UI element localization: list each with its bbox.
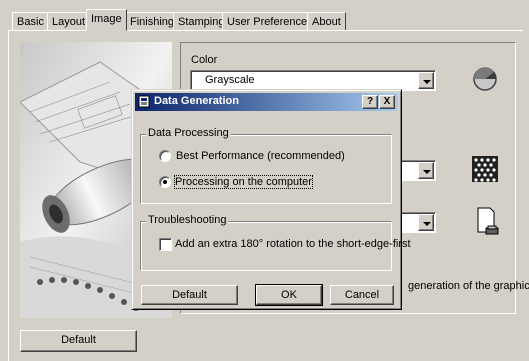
- dialog-title: Data Generation: [154, 95, 239, 107]
- chevron-down-icon[interactable]: [418, 72, 434, 89]
- radio-selected-dot: [163, 180, 167, 184]
- halftone-pattern-icon: [472, 156, 498, 182]
- extra-rotation-checkbox[interactable]: [159, 238, 172, 251]
- chevron-down-icon[interactable]: [418, 162, 434, 179]
- data-processing-label: Data Processing: [146, 127, 231, 139]
- data-generation-dialog: Data Generation ? X Data Processing Best…: [131, 89, 411, 310]
- extra-rotation-label[interactable]: Add an extra 180° rotation to the short-…: [175, 238, 411, 250]
- tab-user-preferences[interactable]: User Preferences: [222, 12, 318, 31]
- halftone-select[interactable]: [398, 160, 436, 181]
- chevron-down-icon[interactable]: [418, 214, 434, 231]
- dialog-app-icon: [138, 95, 150, 108]
- rotation-select[interactable]: [398, 212, 436, 233]
- help-button[interactable]: ?: [362, 95, 378, 109]
- tab-image[interactable]: Image: [86, 9, 127, 31]
- tab-finishing[interactable]: Finishing: [125, 12, 180, 31]
- description-text: generation of the graphical: [408, 280, 529, 292]
- dialog-titlebar[interactable]: Data Generation ? X: [135, 93, 398, 111]
- processing-on-computer-label[interactable]: Processing on the computer: [174, 175, 313, 189]
- processing-on-computer-radio[interactable]: [159, 176, 171, 188]
- best-performance-label[interactable]: Best Performance (recommended): [176, 150, 345, 162]
- troubleshooting-label: Troubleshooting: [146, 214, 229, 226]
- tab-basic[interactable]: Basic: [12, 12, 49, 31]
- printer-page-icon: [474, 206, 500, 236]
- tab-about[interactable]: About: [307, 12, 346, 31]
- grayscale-icon: [472, 66, 498, 92]
- color-label: Color: [191, 54, 218, 66]
- dialog-default-button[interactable]: Default: [141, 285, 238, 305]
- best-performance-radio[interactable]: [159, 150, 171, 162]
- tab-stamping[interactable]: Stamping: [173, 12, 230, 31]
- color-select[interactable]: Grayscale: [190, 70, 436, 91]
- color-select-value: Grayscale: [205, 74, 255, 86]
- tab-strip: Basic Layout Image Finishing Stamping Us…: [0, 0, 529, 31]
- cancel-button[interactable]: Cancel: [330, 285, 394, 305]
- close-button[interactable]: X: [379, 95, 395, 109]
- ok-button[interactable]: OK: [255, 284, 323, 306]
- tab-layout[interactable]: Layout: [47, 12, 91, 31]
- data-processing-group: [140, 134, 392, 204]
- default-button[interactable]: Default: [20, 330, 137, 352]
